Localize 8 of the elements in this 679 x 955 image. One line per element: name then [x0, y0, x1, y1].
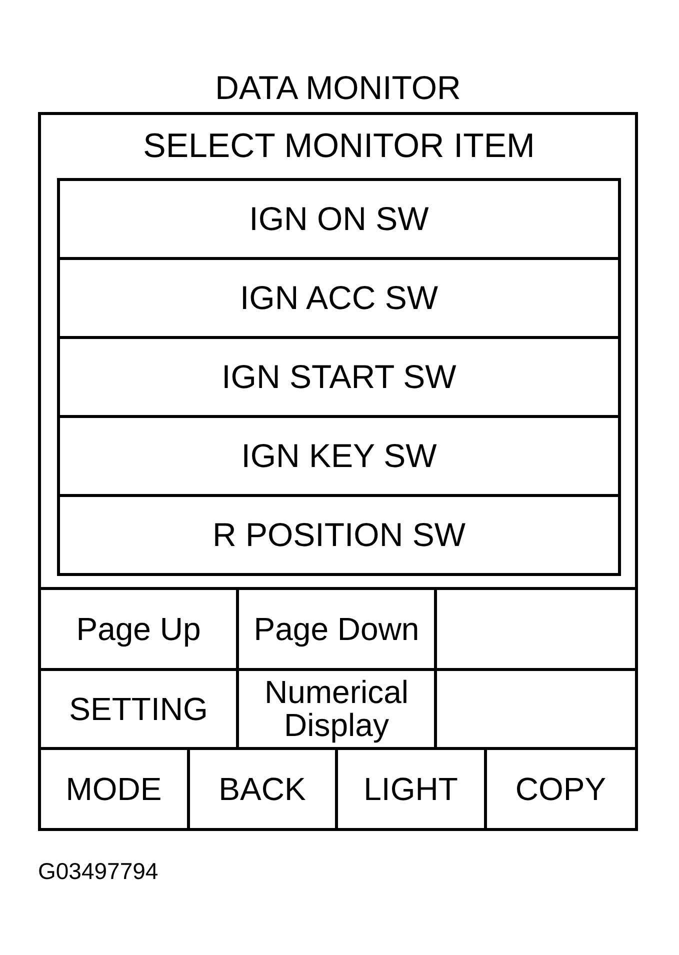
monitor-item[interactable]: IGN START SW	[60, 336, 618, 415]
monitor-item[interactable]: IGN KEY SW	[60, 415, 618, 494]
monitor-item[interactable]: IGN ON SW	[60, 181, 618, 257]
screen-title: DATA MONITOR	[214, 68, 462, 108]
figure-id: G03497794	[38, 857, 158, 885]
monitor-item[interactable]: IGN ACC SW	[60, 257, 618, 336]
monitor-item[interactable]: R POSITION SW	[60, 494, 618, 573]
panel-heading: SELECT MONITOR ITEM	[143, 126, 535, 167]
